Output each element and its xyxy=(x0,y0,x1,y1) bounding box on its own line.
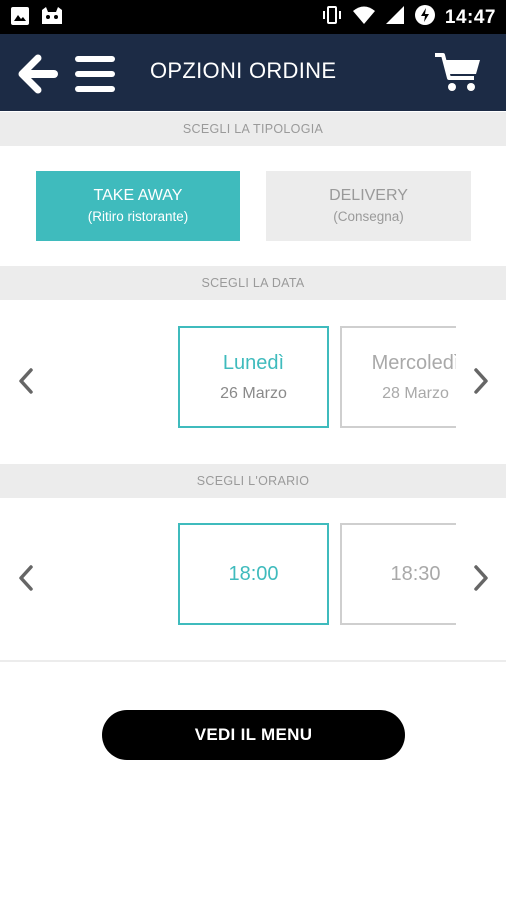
cart-button[interactable] xyxy=(434,52,482,94)
date-card-date: 28 Marzo xyxy=(382,385,449,402)
delivery-title: DELIVERY xyxy=(329,187,408,204)
hamburger-menu-icon xyxy=(75,56,115,92)
status-left-icons xyxy=(10,6,64,31)
time-card[interactable]: 18:30 xyxy=(340,523,456,625)
signal-icon xyxy=(385,5,405,30)
time-card-value: 18:30 xyxy=(390,563,441,585)
status-bar: 14:47 xyxy=(0,0,506,34)
time-next-button[interactable] xyxy=(470,563,492,593)
date-card-date: 26 Marzo xyxy=(220,385,287,402)
page-title: OPZIONI ORDINE xyxy=(150,58,337,83)
take-away-option[interactable]: TAKE AWAY (Ritiro ristorante) xyxy=(36,171,240,241)
date-section-header: SCEGLI LA DATA xyxy=(0,266,506,300)
image-icon xyxy=(10,6,30,31)
take-away-subtitle: (Ritiro ristorante) xyxy=(87,209,189,224)
type-section-header: SCEGLI LA TIPOLOGIA xyxy=(0,112,506,146)
time-card-value: 18:00 xyxy=(228,563,279,585)
delivery-subtitle: (Consegna) xyxy=(333,209,404,224)
status-time: 14:47 xyxy=(444,6,496,28)
wifi-icon xyxy=(352,5,376,30)
date-card-day: Lunedì xyxy=(222,352,285,374)
time-carousel: 18:00 18:30 xyxy=(178,523,456,625)
android-debug-icon xyxy=(40,6,64,31)
battery-charging-icon xyxy=(414,4,436,31)
delivery-option[interactable]: DELIVERY (Consegna) xyxy=(266,171,471,241)
chevron-left-icon xyxy=(19,368,33,394)
date-card[interactable]: Mercoledì 28 Marzo xyxy=(340,326,456,428)
date-next-button[interactable] xyxy=(470,366,492,396)
chevron-right-icon xyxy=(474,368,488,394)
time-prev-button[interactable] xyxy=(15,563,37,593)
date-card-day: Mercoledì xyxy=(371,352,456,374)
back-button[interactable] xyxy=(18,54,58,94)
status-right-icons: 14:47 xyxy=(321,4,496,31)
shopping-cart-icon xyxy=(435,53,480,91)
app-bar: OPZIONI ORDINE xyxy=(0,34,506,111)
view-menu-button[interactable]: VEDI IL MENU xyxy=(102,710,405,760)
time-card-selected[interactable]: 18:00 xyxy=(178,523,329,625)
divider xyxy=(0,660,506,662)
back-arrow-icon xyxy=(18,54,58,94)
menu-button[interactable] xyxy=(74,54,116,94)
time-section-header: SCEGLI L'ORARIO xyxy=(0,464,506,498)
vibrate-icon xyxy=(321,4,343,31)
date-prev-button[interactable] xyxy=(15,366,37,396)
chevron-right-icon xyxy=(474,565,488,591)
take-away-title: TAKE AWAY xyxy=(93,187,183,204)
chevron-left-icon xyxy=(19,565,33,591)
date-carousel: Lunedì 26 Marzo Mercoledì 28 Marzo xyxy=(178,326,456,428)
date-card-selected[interactable]: Lunedì 26 Marzo xyxy=(178,326,329,428)
